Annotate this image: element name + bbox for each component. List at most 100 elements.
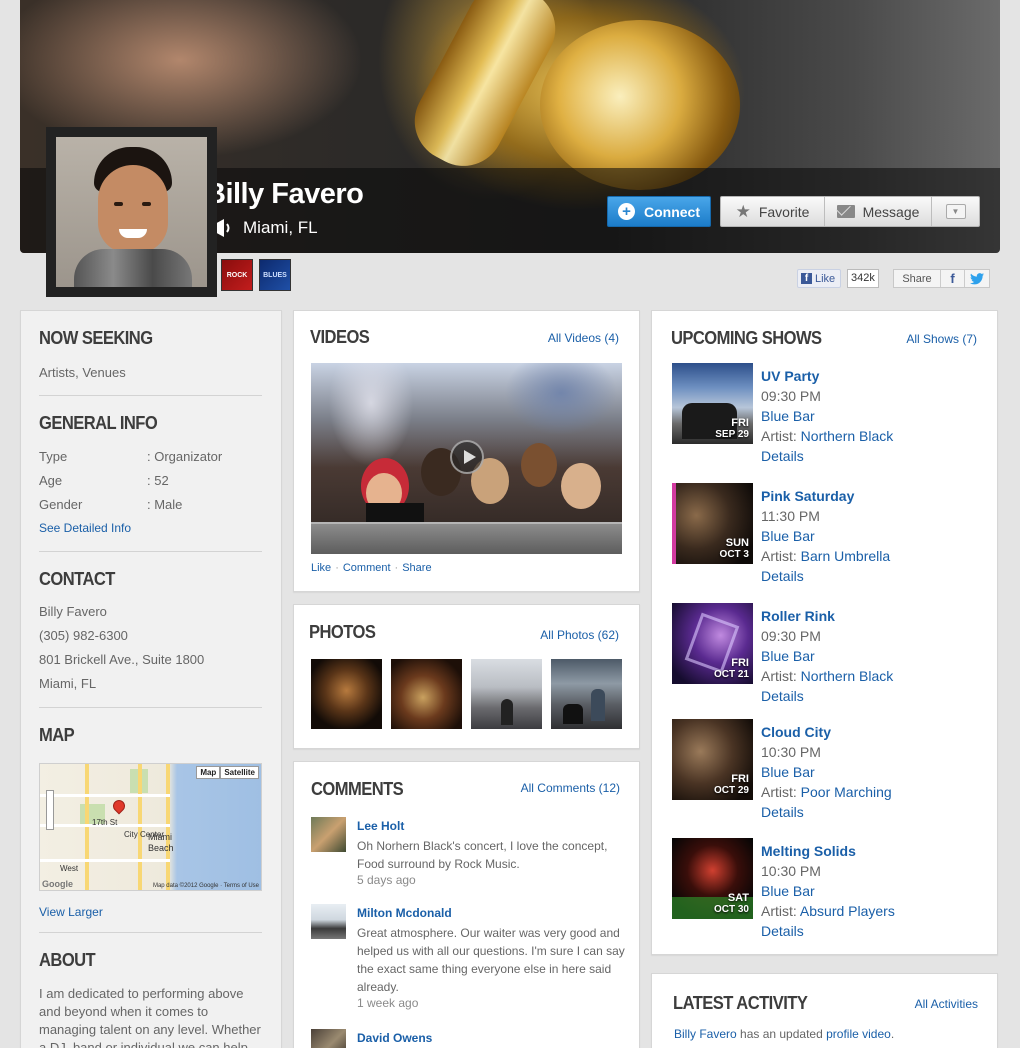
see-detailed-info-link[interactable]: See Detailed Info: [39, 521, 262, 535]
comment-item: Lee Holt Oh Norhern Black's concert, I l…: [311, 817, 631, 897]
show-thumbnail[interactable]: FRI SEP 29: [672, 363, 753, 444]
facebook-share-icon[interactable]: f: [941, 270, 965, 287]
show-artist: Artist: Northern Black: [761, 428, 894, 444]
map-type-toggle: Map Satellite: [196, 766, 259, 779]
share-buttons: Share f: [893, 269, 990, 288]
comment-time: 5 days ago: [357, 873, 416, 887]
show-details-link[interactable]: Details: [761, 802, 892, 822]
latest-activity-title: LATEST ACTIVITY: [673, 993, 808, 1013]
show-thumbnail[interactable]: SUN OCT 3: [672, 483, 753, 564]
video-actions: Like · Comment · Share: [311, 562, 432, 574]
show-venue-link[interactable]: Blue Bar: [761, 406, 893, 426]
satellite-view-button[interactable]: Satellite: [220, 766, 259, 779]
show-time: 09:30 PM: [761, 388, 821, 404]
comment-time: 1 week ago: [357, 996, 419, 1010]
video-thumbnail[interactable]: [311, 363, 622, 554]
photos-title: PHOTOS: [309, 622, 376, 642]
twitter-share-icon[interactable]: [965, 270, 989, 287]
facebook-like-button[interactable]: f Like: [797, 269, 842, 288]
show-title[interactable]: Pink Saturday: [761, 486, 890, 506]
commenter-avatar[interactable]: [311, 1029, 346, 1048]
genre-badges: ROCK BLUES: [221, 259, 291, 291]
photo-thumbnail[interactable]: [391, 659, 462, 729]
upcoming-shows-title: UPCOMING SHOWS: [671, 328, 822, 348]
video-like-link[interactable]: Like: [311, 562, 331, 574]
show-item: FRI OCT 21 Roller Rink 09:30 PM Blue Bar …: [672, 603, 992, 713]
general-info-section: GENERAL INFO Type: Organizator Age: 52 G…: [39, 396, 262, 552]
show-title[interactable]: Melting Solids: [761, 841, 895, 861]
photo-thumbnail[interactable]: [311, 659, 382, 729]
show-artist: Artist: Absurd Players: [761, 903, 895, 919]
map-pin-icon: [110, 797, 128, 815]
commenter-name[interactable]: Lee Holt: [357, 819, 404, 833]
photo-thumbnail[interactable]: [551, 659, 622, 729]
general-info-title: GENERAL INFO: [39, 413, 158, 433]
show-artist-link[interactable]: Absurd Players: [800, 903, 895, 919]
show-details-link[interactable]: Details: [761, 686, 893, 706]
all-videos-link[interactable]: All Videos (4): [548, 331, 619, 345]
commenter-avatar[interactable]: [311, 904, 346, 939]
message-button[interactable]: Message: [825, 197, 932, 226]
like-label: Like: [815, 272, 836, 285]
view-larger-map-link[interactable]: View Larger: [39, 905, 262, 919]
genre-badge-rock[interactable]: ROCK: [221, 259, 253, 291]
chevron-down-icon: ▼: [945, 204, 966, 219]
show-details-link[interactable]: Details: [761, 566, 890, 586]
show-artist-link[interactable]: Barn Umbrella: [801, 548, 890, 564]
show-time: 10:30 PM: [761, 744, 821, 760]
connect-button[interactable]: + Connect: [607, 196, 711, 227]
show-artist-link[interactable]: Poor Marching: [801, 784, 892, 800]
show-thumbnail[interactable]: FRI OCT 29: [672, 719, 753, 800]
show-thumbnail[interactable]: SAT OCT 30: [672, 838, 753, 919]
profile-location: Miami, FL: [205, 214, 318, 242]
show-title[interactable]: Roller Rink: [761, 606, 893, 626]
comments-panel: COMMENTS All Comments (12) Lee Holt Oh N…: [293, 761, 640, 1048]
video-comment-link[interactable]: Comment: [343, 562, 391, 574]
contact-name: Billy Favero: [39, 604, 107, 619]
favorite-label: Favorite: [758, 203, 810, 220]
favorite-button[interactable]: ★ Favorite: [721, 197, 825, 226]
show-title[interactable]: UV Party: [761, 366, 893, 386]
share-button[interactable]: Share: [894, 270, 941, 287]
show-artist: Artist: Northern Black: [761, 668, 894, 684]
show-time: 10:30 PM: [761, 863, 821, 879]
comment-text: Oh Norhern Black's concert, I love the c…: [357, 839, 608, 871]
activity-profile-video-link[interactable]: profile video: [826, 1027, 891, 1041]
show-venue-link[interactable]: Blue Bar: [761, 881, 895, 901]
videos-panel: VIDEOS All Videos (4) Like · Comment · S…: [293, 310, 640, 592]
map-view-button[interactable]: Map: [196, 766, 221, 779]
info-row-age: Age: 52: [39, 472, 169, 488]
map-section: MAP Map Satellite 17th St City Center Mi…: [39, 708, 262, 933]
comment-item: Milton Mcdonald Great atmosphere. Our wa…: [311, 904, 631, 1014]
play-icon[interactable]: [450, 440, 484, 474]
show-venue-link[interactable]: Blue Bar: [761, 646, 893, 666]
all-shows-link[interactable]: All Shows (7): [906, 332, 977, 346]
show-venue-link[interactable]: Blue Bar: [761, 762, 892, 782]
show-title[interactable]: Cloud City: [761, 722, 892, 742]
all-comments-link[interactable]: All Comments (12): [521, 781, 620, 795]
avatar[interactable]: [46, 127, 217, 297]
sidebar: NOW SEEKING Artists, Venues GENERAL INFO…: [20, 310, 282, 1048]
commenter-name[interactable]: David Owens: [357, 1031, 432, 1045]
all-photos-link[interactable]: All Photos (62): [540, 628, 619, 642]
contact-phone: (305) 982-6300: [39, 628, 128, 643]
video-share-link[interactable]: Share: [402, 562, 431, 574]
show-thumbnail[interactable]: FRI OCT 21: [672, 603, 753, 684]
show-venue-link[interactable]: Blue Bar: [761, 526, 890, 546]
commenter-avatar[interactable]: [311, 817, 346, 852]
more-actions-button[interactable]: ▼: [932, 197, 979, 226]
activity-user-link[interactable]: Billy Favero: [674, 1027, 737, 1041]
show-artist-link[interactable]: Northern Black: [801, 668, 894, 684]
commenter-name[interactable]: Milton Mcdonald: [357, 906, 452, 920]
location-map[interactable]: Map Satellite 17th St City Center Miami …: [39, 763, 262, 891]
map-zoom-control[interactable]: [46, 790, 54, 830]
photo-thumbnail[interactable]: [471, 659, 542, 729]
connect-label: Connect: [644, 203, 700, 220]
show-details-link[interactable]: Details: [761, 446, 893, 466]
contact-section: CONTACT Billy Favero (305) 982-6300 801 …: [39, 552, 262, 708]
all-activities-link[interactable]: All Activities: [915, 997, 978, 1011]
show-artist-link[interactable]: Northern Black: [801, 428, 894, 444]
genre-badge-blues[interactable]: BLUES: [259, 259, 291, 291]
show-details-link[interactable]: Details: [761, 921, 895, 941]
videos-title: VIDEOS: [310, 327, 370, 347]
